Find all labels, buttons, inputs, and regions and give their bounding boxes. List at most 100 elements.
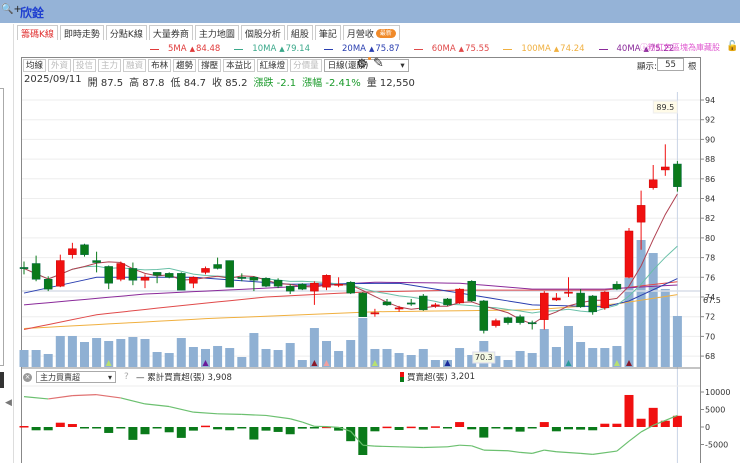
net-buy-bar: [503, 427, 513, 430]
candle-body: [177, 273, 186, 291]
cumulative-line-segment: [265, 414, 291, 420]
volume-bar: [600, 348, 610, 367]
high-marker-value: 89.5: [656, 103, 674, 112]
net-buy-bar: [188, 427, 198, 431]
volume-bar: [515, 350, 525, 367]
volume-bar: [225, 348, 235, 367]
net-buy-bar: [672, 415, 682, 427]
cumulative-line-segment: [241, 413, 267, 417]
candle-body: [636, 205, 646, 223]
candle-body: [43, 279, 53, 290]
cumulative-line-segment: [520, 451, 533, 454]
net-buy-bar: [201, 425, 210, 428]
volume-bar: [430, 360, 440, 367]
help-icon[interactable]: ?: [124, 372, 129, 382]
net-buy-bar: [491, 427, 501, 429]
cumulative-line-segment: [459, 444, 472, 447]
candle-body: [431, 304, 440, 307]
price-tick-label: 84: [705, 195, 715, 204]
low-marker-value: 70.3: [475, 353, 493, 362]
net-buy-bar: [551, 427, 561, 432]
candle-body: [503, 317, 513, 323]
candle-body: [128, 268, 138, 281]
net-buy-bar: [382, 426, 392, 429]
net-buy-bar: [479, 427, 489, 438]
candle-body: [213, 264, 222, 269]
net-buy-bar: [176, 427, 186, 438]
chevron-down-icon: ▾: [107, 373, 112, 382]
price-tick-label: 76: [705, 273, 715, 282]
volume-bar: [164, 353, 174, 367]
candle-body: [322, 275, 331, 288]
cumulative-line-segment: [616, 440, 630, 452]
candle-body: [394, 307, 404, 310]
reference-tag: 67.5: [703, 296, 721, 305]
candle-body: [406, 302, 416, 305]
price-tick-label: 70: [705, 332, 715, 341]
sub-tick-label: -5000: [705, 441, 728, 450]
candle-body: [382, 301, 392, 306]
cumulative-legend: — 累計買賣超(張) 3,908: [136, 371, 232, 383]
candle-body: [479, 300, 489, 331]
candle-body: [564, 291, 573, 294]
volume-bar: [116, 338, 126, 367]
price-tick-label: 78: [705, 254, 715, 263]
cumulative-line-segment: [447, 444, 460, 448]
volume-bar: [31, 350, 41, 367]
cumulative-label: 累計買賣超(張): [147, 373, 205, 383]
volume-bar: [67, 335, 77, 367]
cumulative-line-segment: [507, 450, 521, 454]
cumulative-line-segment: [326, 426, 339, 428]
price-tick-label: 90: [705, 135, 715, 144]
candle-body: [92, 260, 101, 263]
candle-body: [358, 292, 368, 317]
cumulative-line-segment: [374, 445, 400, 448]
net-buy-bar: [394, 427, 404, 430]
candle-body: [273, 280, 283, 287]
net-buy-bar: [576, 427, 586, 430]
net-buy-legend: 買賣超(張) 3,201: [400, 371, 475, 383]
volume-bar: [176, 338, 186, 367]
candle-body: [527, 322, 537, 325]
volume-bar: [237, 357, 247, 367]
candle-body: [285, 285, 295, 292]
candle-body: [673, 163, 682, 187]
chart-canvas[interactable]: 687072747678808284868890929467.589.570.3…: [0, 0, 740, 463]
net-buy-bar: [261, 427, 271, 431]
net-buy-bar: [600, 423, 610, 427]
net-buy-bar: [80, 427, 89, 429]
cumulative-line-segment: [120, 397, 146, 405]
net-buy-label: 買賣超(張): [407, 373, 448, 383]
volume-bar: [140, 338, 150, 367]
candle-body: [588, 295, 597, 313]
candle-body: [552, 297, 561, 301]
net-buy-bar: [55, 422, 65, 427]
candle-body: [56, 260, 65, 287]
net-buy-bar: [624, 394, 634, 427]
volume-bar: [588, 348, 598, 367]
volume-bar: [382, 348, 392, 367]
cumulative-line-segment: [72, 394, 97, 397]
sub-chart-header: × 主力買賣超 ▾ ?: [23, 371, 129, 383]
volume-bar: [660, 288, 670, 367]
price-tick-label: 68: [705, 352, 715, 361]
net-buy-bar: [152, 427, 162, 429]
cumulative-line-segment: [471, 445, 484, 451]
net-buy-bar: [19, 426, 29, 428]
cumulative-line-segment: [96, 394, 121, 399]
indicator-select[interactable]: 主力買賣超 ▾: [36, 371, 116, 383]
volume-bar: [213, 345, 223, 367]
candle-body: [237, 277, 247, 279]
volume-bar: [80, 342, 89, 367]
candle-body: [455, 288, 464, 304]
candle-body: [225, 260, 234, 288]
net-buy-bar: [564, 427, 573, 430]
volume-bar: [55, 335, 65, 367]
candle-body: [310, 282, 319, 292]
price-tick-label: 86: [705, 175, 715, 184]
cumulative-line-segment: [399, 446, 424, 449]
volume-bar: [527, 353, 537, 367]
indicator-select-value: 主力買賣超: [40, 373, 80, 382]
close-indicator-icon[interactable]: ×: [23, 372, 32, 382]
candle-body: [19, 267, 29, 269]
